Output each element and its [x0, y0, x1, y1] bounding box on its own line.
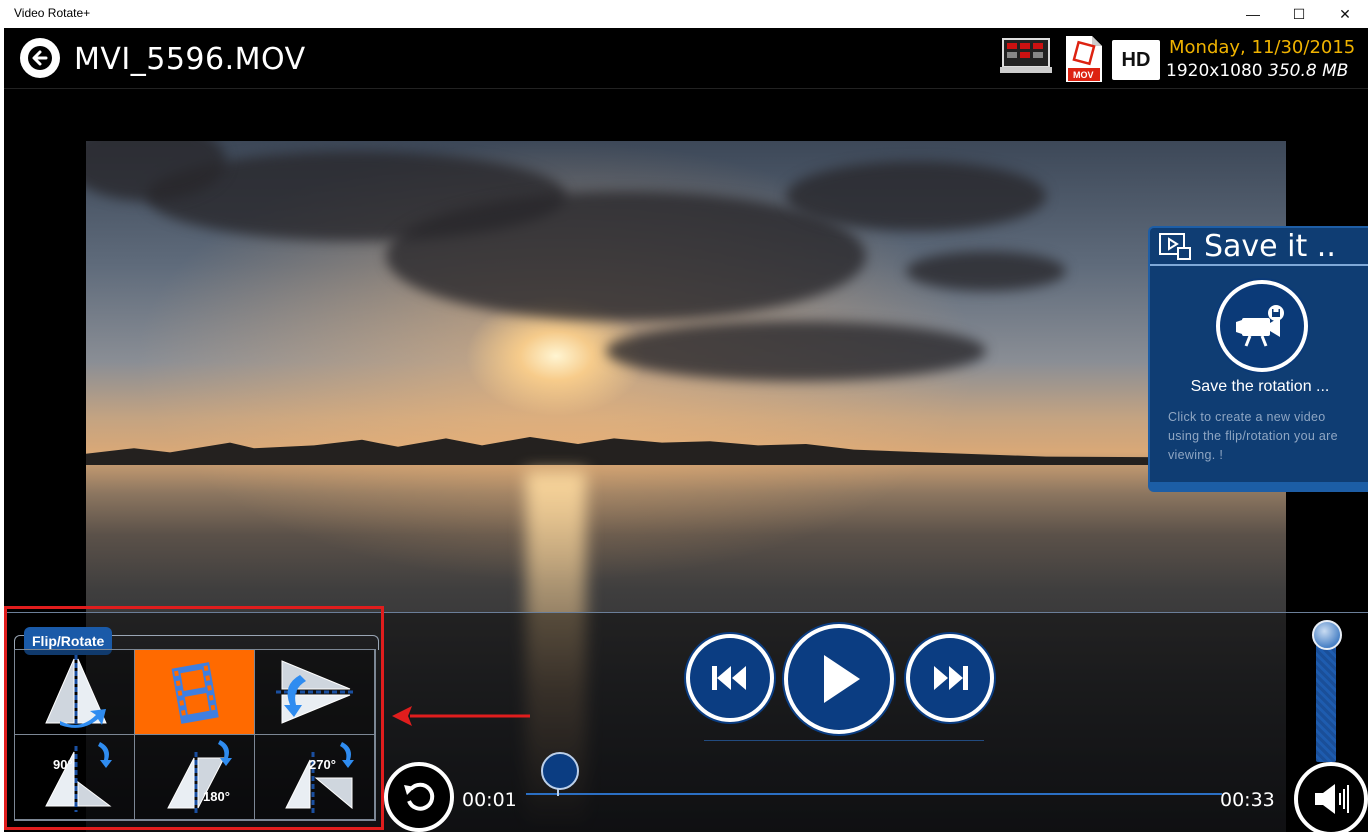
- play-button[interactable]: [784, 624, 894, 734]
- replay-icon: [404, 782, 435, 811]
- play-icon: [824, 655, 860, 703]
- next-icon: [934, 666, 968, 690]
- seek-bar[interactable]: [526, 793, 1222, 795]
- original-orientation-button[interactable]: [135, 650, 255, 735]
- video-resolution: 1920x1080: [1166, 61, 1263, 81]
- video-cloud: [906, 251, 1066, 291]
- save-rotation-label[interactable]: Save the rotation ...: [1150, 378, 1368, 396]
- rotate-270-icon: [284, 742, 354, 814]
- save-panel-title: Save it ..: [1204, 228, 1336, 264]
- flip-rotate-grid: 90° 180° 270°: [14, 649, 376, 821]
- previous-button[interactable]: [686, 634, 774, 722]
- save-rotation-button[interactable]: [1216, 280, 1308, 372]
- minimize-button[interactable]: —: [1230, 0, 1276, 28]
- timeline-shadow: [704, 740, 984, 741]
- volume-thumb[interactable]: [1312, 620, 1342, 650]
- film-strip-icon: [171, 662, 219, 724]
- save-panel-footer: [1150, 482, 1368, 490]
- app-area: MVI_5596.MOV MOV HD Monday, 11/30/2015 1…: [4, 28, 1368, 832]
- maximize-button[interactable]: ☐: [1276, 0, 1322, 28]
- video-cloud: [786, 161, 1046, 231]
- file-name-title: MVI_5596.MOV: [74, 42, 306, 77]
- volume-button[interactable]: [1294, 762, 1368, 832]
- mov-file-icon: MOV: [1064, 34, 1104, 84]
- save-panel[interactable]: Save it .. Save the rotation ... Click t…: [1148, 226, 1368, 492]
- close-button[interactable]: ✕: [1322, 0, 1368, 28]
- video-cloud: [386, 191, 866, 321]
- rotate-270-label: 270°: [309, 757, 336, 772]
- back-button[interactable]: [20, 38, 60, 78]
- flip-vertical-button[interactable]: [255, 650, 375, 735]
- total-time: 00:33: [1220, 789, 1275, 811]
- flip-rotate-highlight: Flip/Rotate 90° 180° 270°: [4, 606, 384, 830]
- rotate-90-label: 90°: [53, 757, 73, 772]
- back-arrow-icon: [28, 46, 52, 70]
- pointer-arrow-icon: [392, 706, 530, 726]
- rotate-180-icon: [166, 740, 232, 814]
- save-panel-header: Save it ..: [1150, 228, 1368, 266]
- current-time: 00:01: [462, 789, 517, 811]
- save-rotation-description: Click to create a new video using the fl…: [1168, 410, 1338, 462]
- video-camera-save-icon: [1236, 305, 1284, 347]
- previous-icon: [712, 666, 746, 690]
- flip-horizontal-button[interactable]: [15, 650, 135, 735]
- save-panel-icon: [1159, 233, 1191, 260]
- next-button[interactable]: [906, 634, 994, 722]
- flip-horizontal-icon: [44, 655, 107, 728]
- window-title: Video Rotate+: [14, 6, 91, 20]
- rotate-270-button[interactable]: 270°: [255, 735, 375, 820]
- video-date: Monday, 11/30/2015: [1169, 37, 1356, 58]
- volume-slider[interactable]: [1316, 634, 1336, 762]
- video-cloud: [606, 321, 986, 381]
- seek-thumb[interactable]: [541, 752, 579, 790]
- replay-button[interactable]: [384, 762, 454, 832]
- video-info: 1920x1080 350.8 MB: [1166, 61, 1348, 81]
- hd-badge: HD: [1112, 40, 1160, 80]
- file-size: 350.8 MB: [1268, 61, 1349, 81]
- mov-format-label: MOV: [1073, 70, 1094, 80]
- video-skyline: [86, 437, 1286, 465]
- header-bar: MVI_5596.MOV MOV HD Monday, 11/30/2015 1…: [4, 28, 1368, 89]
- rotate-180-label: 180°: [203, 789, 230, 804]
- display-icon[interactable]: [1000, 36, 1054, 76]
- volume-icon: [1315, 784, 1349, 814]
- rotate-90-icon: [44, 742, 112, 812]
- window-titlebar: Video Rotate+ — ☐ ✕: [0, 0, 1368, 28]
- rotate-90-button[interactable]: 90°: [15, 735, 135, 820]
- flip-vertical-icon: [275, 660, 356, 724]
- rotate-180-button[interactable]: 180°: [135, 735, 255, 820]
